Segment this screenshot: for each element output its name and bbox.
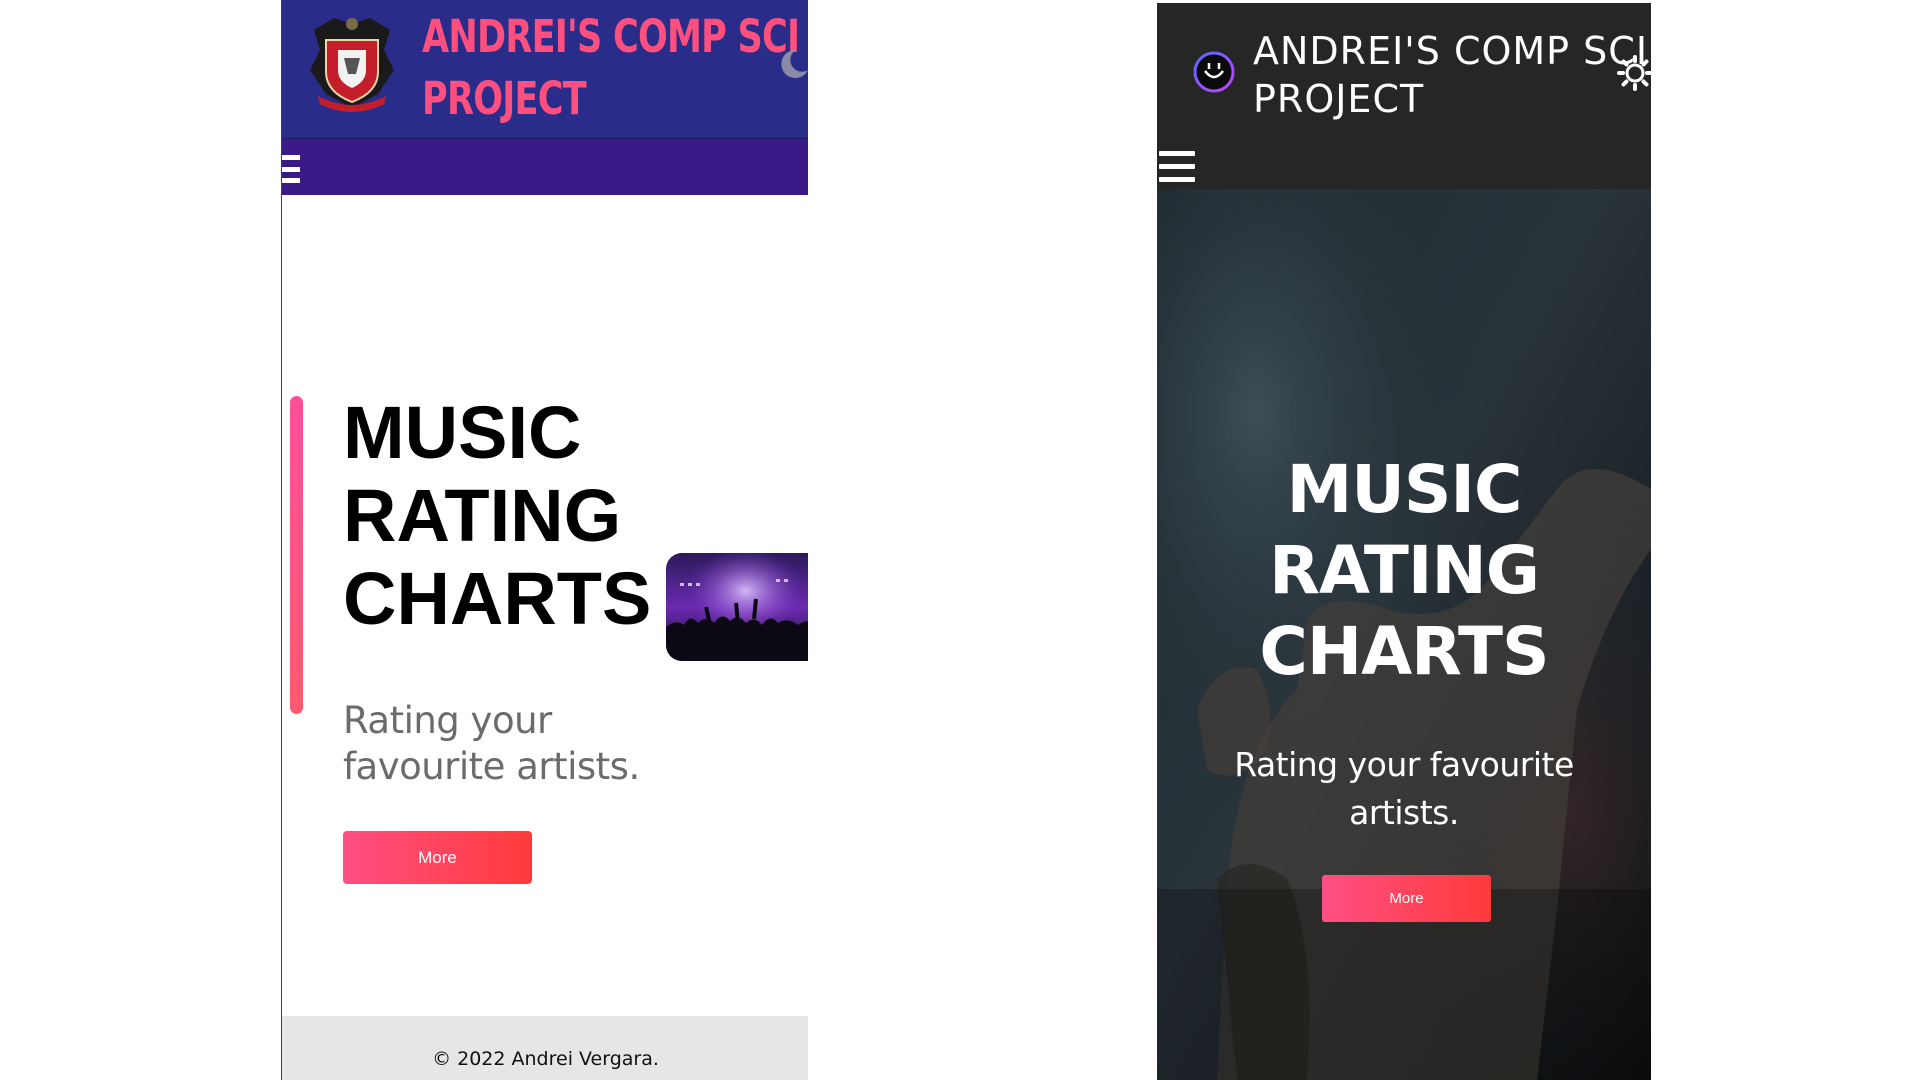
hero-subtitle: Rating your favourite artists. [1234, 745, 1574, 832]
hamburger-menu-icon[interactable] [1159, 151, 1195, 182]
site-header: ANDREI'S COMP SCI PROJECT [1157, 3, 1651, 189]
site-title: ANDREI'S COMP SCI PROJECT [1253, 29, 1649, 121]
hero-heading: MUSIC RATING CHARTS [1259, 451, 1549, 690]
site-footer: © 2022 Andrei Vergara. [282, 1016, 808, 1080]
hero-subtitle: Rating your favourite artists. [343, 699, 640, 788]
school-crest-icon[interactable] [304, 10, 400, 114]
concert-thumbnail [666, 553, 808, 661]
hamburger-menu-icon[interactable] [282, 152, 300, 186]
more-button[interactable]: More [1322, 875, 1491, 922]
site-header: ANDREI'S COMP SCI PROJECT [282, 0, 808, 139]
site-title: ANDREI'S COMP SCI PROJECT [422, 10, 800, 125]
nav-bar [282, 139, 808, 195]
dark-theme-page: ANDREI'S COMP SCI PROJECT MUSIC RATING C… [1157, 3, 1651, 1080]
smiley-logo-icon[interactable] [1193, 51, 1235, 93]
sun-icon[interactable] [1617, 55, 1651, 91]
hero-heading: MUSIC RATING CHARTS [343, 391, 652, 640]
accent-bar [290, 396, 303, 714]
more-button[interactable]: More [343, 831, 532, 884]
moon-icon[interactable] [774, 46, 808, 80]
light-theme-page: ANDREI'S COMP SCI PROJECT MUSIC RATING C… [281, 0, 808, 1080]
